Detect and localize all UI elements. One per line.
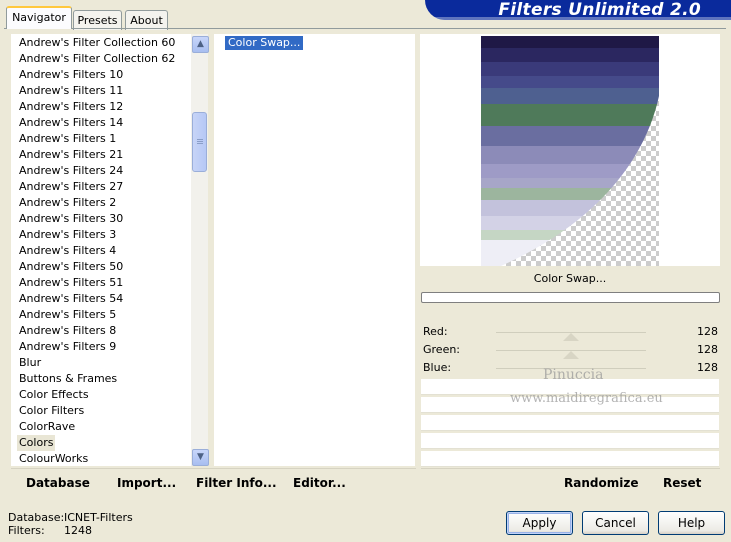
category-item[interactable]: Andrew's Filters 50 (19, 259, 123, 275)
category-item[interactable]: Andrew's Filters 12 (19, 99, 123, 115)
tab-about[interactable]: About (125, 10, 168, 30)
status-filters-label: Filters: (8, 524, 45, 537)
category-item[interactable]: Andrew's Filter Collection 60 (19, 35, 175, 51)
app-banner: Filters Unlimited 2.0 (425, 0, 731, 20)
scroll-up-button[interactable]: ▲ (192, 36, 209, 53)
green-value: 128 (697, 343, 718, 356)
green-label: Green: (423, 343, 461, 356)
blue-label: Blue: (423, 361, 452, 374)
cancel-button[interactable]: Cancel (582, 511, 649, 535)
category-item[interactable]: Andrew's Filters 21 (19, 147, 123, 163)
apply-button[interactable]: Apply (506, 511, 573, 535)
category-item[interactable]: Blur (19, 355, 41, 371)
category-item[interactable]: Andrew's Filters 4 (19, 243, 116, 259)
filter-info-button[interactable]: Filter Info... (196, 474, 277, 492)
category-item[interactable]: Andrew's Filters 10 (19, 67, 123, 83)
scroll-thumb[interactable] (192, 112, 207, 172)
category-item[interactable]: Andrew's Filters 27 (19, 179, 123, 195)
category-item[interactable]: ColourWorks (19, 451, 88, 467)
red-label: Red: (423, 325, 448, 338)
watermark-name: Pinuccia (543, 367, 604, 383)
empty-control-row (421, 415, 719, 431)
reset-button[interactable]: Reset (663, 474, 701, 492)
filter-name-label: Color Swap... (533, 272, 607, 285)
randomize-button[interactable]: Randomize (564, 474, 638, 492)
empty-control-row (421, 433, 719, 449)
category-item[interactable]: Andrew's Filters 51 (19, 275, 123, 291)
import-button[interactable]: Import... (117, 474, 176, 492)
category-item[interactable]: Color Effects (19, 387, 89, 403)
category-item[interactable]: Buttons & Frames (19, 371, 117, 387)
preview-graphic (481, 36, 659, 266)
category-item[interactable]: Andrew's Filter Collection 62 (19, 51, 175, 67)
status-database-value: ICNET-Filters (64, 511, 133, 524)
category-item[interactable]: Andrew's Filters 1 (19, 131, 116, 147)
category-item[interactable]: Andrew's Filters 30 (19, 211, 123, 227)
tab-presets[interactable]: Presets (73, 10, 122, 30)
red-slider-knob[interactable] (563, 333, 579, 341)
category-item[interactable]: Andrew's Filters 2 (19, 195, 116, 211)
filter-item-color-swap[interactable]: Color Swap... (225, 36, 304, 50)
status-database-label: Database: (8, 511, 65, 524)
tab-divider (4, 28, 726, 29)
category-item[interactable]: Andrew's Filters 3 (19, 227, 116, 243)
database-button[interactable]: Database (26, 474, 90, 492)
category-item[interactable]: Andrew's Filters 8 (19, 323, 116, 339)
filter-list[interactable] (214, 34, 415, 466)
help-button[interactable]: Help (658, 511, 725, 535)
editor-button[interactable]: Editor... (293, 474, 346, 492)
category-item[interactable]: Andrew's Filters 9 (19, 339, 116, 355)
category-scrollbar[interactable] (191, 34, 208, 466)
green-slider-knob[interactable] (563, 351, 579, 359)
category-item[interactable]: Color Filters (19, 403, 84, 419)
tab-navigator[interactable]: Navigator (6, 6, 72, 29)
progress-bar (421, 292, 720, 303)
preview-image (481, 36, 659, 266)
empty-control-row (421, 451, 719, 467)
blue-value: 128 (697, 361, 718, 374)
category-item[interactable]: Andrew's Filters 11 (19, 83, 123, 99)
category-item[interactable]: Andrew's Filters 5 (19, 307, 116, 323)
watermark-url: www.maidiregrafica.eu (510, 391, 663, 406)
scroll-down-button[interactable]: ▼ (192, 449, 209, 466)
category-item[interactable]: Andrew's Filters 54 (19, 291, 123, 307)
red-value: 128 (697, 325, 718, 338)
category-item[interactable]: Andrew's Filters 24 (19, 163, 123, 179)
banner-title: Filters Unlimited 2.0 (498, 0, 701, 20)
status-filters-value: 1248 (64, 524, 92, 537)
category-item[interactable]: Colors (17, 435, 56, 451)
category-item[interactable]: ColorRave (19, 419, 75, 435)
category-item[interactable]: Andrew's Filters 14 (19, 115, 123, 131)
